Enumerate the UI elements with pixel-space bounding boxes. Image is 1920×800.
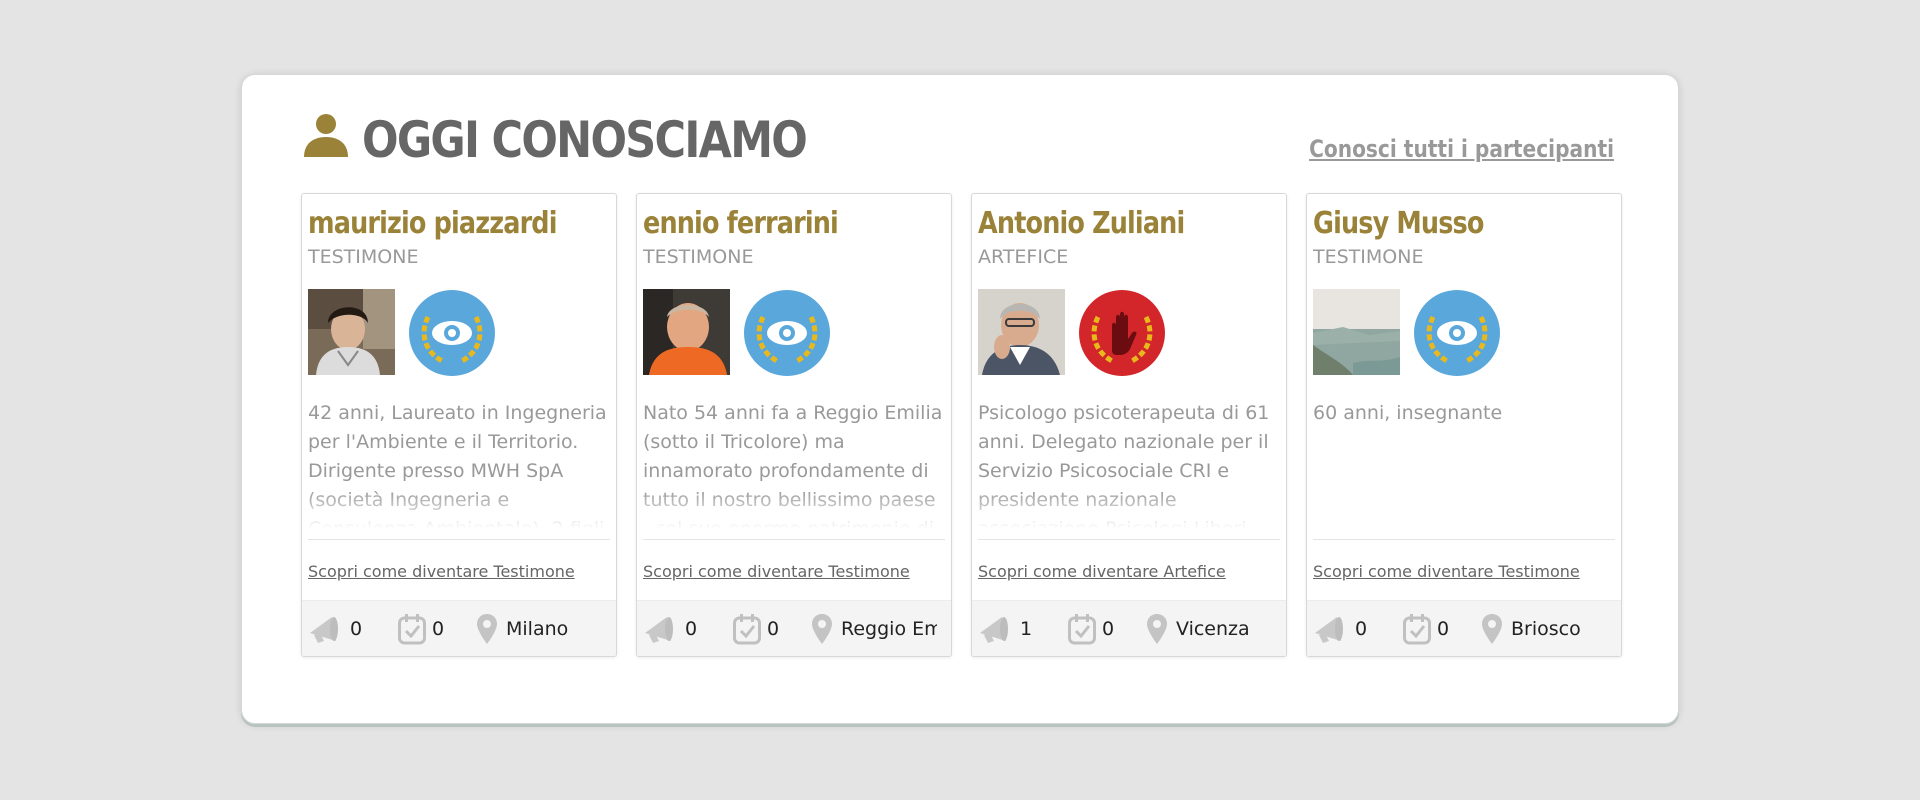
eye-badge-icon <box>409 290 495 376</box>
participant-description: Nato 54 anni fa a Reggio Emilia (sotto i… <box>643 399 947 529</box>
user-icon <box>304 114 348 157</box>
megaphone-count: 0 <box>350 618 363 640</box>
calendar-count: 0 <box>1102 618 1115 640</box>
participant-name[interactable]: Giusy Musso <box>1313 206 1484 241</box>
participant-role: TESTIMONE <box>643 246 754 268</box>
megaphone-stat[interactable]: 0 <box>1313 612 1367 646</box>
participant-cards: maurizio piazzardi TESTIMONE 42 anni, La… <box>301 193 1622 658</box>
calendar-count: 0 <box>767 618 780 640</box>
participant-role: ARTEFICE <box>978 246 1069 268</box>
calendar-icon <box>398 614 426 645</box>
megaphone-count: 1 <box>1020 618 1033 640</box>
card-footer: 0 0 Reggio Em <box>637 600 951 656</box>
participant-description: 42 anni, Laureato in Ingegneria per l'Am… <box>308 399 612 529</box>
all-participants-link[interactable]: Conosci tutti i partecipanti <box>1309 135 1614 163</box>
participant-description: 60 anni, insegnante <box>1313 402 1503 424</box>
participant-name[interactable]: maurizio piazzardi <box>308 206 557 241</box>
participant-photo[interactable] <box>308 289 395 375</box>
discover-role-link[interactable]: Scopri come diventare Testimone <box>643 562 910 581</box>
map-pin-icon <box>1482 614 1502 644</box>
participant-photo[interactable] <box>978 289 1065 375</box>
participant-card: Giusy Musso TESTIMONE 60 anni, insegnant… <box>1306 193 1622 657</box>
discover-role-link[interactable]: Scopri come diventare Testimone <box>1313 562 1580 581</box>
card-footer: 1 0 Vicenza <box>972 600 1286 656</box>
participant-photo[interactable] <box>643 289 730 375</box>
megaphone-count: 0 <box>685 618 698 640</box>
calendar-stat[interactable]: 0 <box>1068 612 1114 646</box>
discover-role-link[interactable]: Scopri come diventare Artefice <box>978 562 1226 581</box>
eye-badge-icon <box>1414 290 1500 376</box>
megaphone-icon <box>1315 617 1343 643</box>
location-name: Reggio Em <box>841 618 937 640</box>
calendar-stat[interactable]: 0 <box>398 612 444 646</box>
map-pin-icon <box>477 614 497 644</box>
calendar-stat[interactable]: 0 <box>733 612 779 646</box>
location-name: Milano <box>506 618 569 640</box>
megaphone-count: 0 <box>1355 618 1368 640</box>
megaphone-stat[interactable]: 0 <box>643 612 697 646</box>
section-title: OGGI CONOSCIAMO <box>362 111 808 169</box>
hand-badge-icon <box>1079 290 1165 376</box>
participant-description: Psicologo psicoterapeuta di 61 anni. Del… <box>978 399 1282 529</box>
divider <box>1313 539 1615 540</box>
megaphone-stat[interactable]: 0 <box>308 612 362 646</box>
participant-name[interactable]: Antonio Zuliani <box>978 206 1185 241</box>
participant-card: ennio ferrarini TESTIMONE Nato 54 anni f… <box>636 193 952 657</box>
megaphone-icon <box>645 617 673 643</box>
location-name: Vicenza <box>1176 618 1250 640</box>
divider <box>643 539 945 540</box>
calendar-icon <box>1068 614 1096 645</box>
location-name: Briosco <box>1511 618 1581 640</box>
card-footer: 0 0 Milano <box>302 600 616 656</box>
calendar-count: 0 <box>1437 618 1450 640</box>
eye-badge-icon <box>744 290 830 376</box>
participant-card: maurizio piazzardi TESTIMONE 42 anni, La… <box>301 193 617 657</box>
location-stat: Reggio Em <box>811 612 937 646</box>
section-header: OGGI CONOSCIAMO Conosci tutti i partecip… <box>302 105 1618 175</box>
megaphone-stat[interactable]: 1 <box>978 612 1032 646</box>
divider <box>978 539 1280 540</box>
map-pin-icon <box>812 614 832 644</box>
divider <box>308 539 610 540</box>
participant-role: TESTIMONE <box>1313 246 1424 268</box>
location-stat: Vicenza <box>1146 612 1250 646</box>
participant-card: Antonio Zuliani ARTEFICE Psicologo psico… <box>971 193 1287 657</box>
location-stat: Briosco <box>1481 612 1581 646</box>
calendar-icon <box>733 614 761 645</box>
participant-name[interactable]: ennio ferrarini <box>643 206 839 241</box>
calendar-icon <box>1403 614 1431 645</box>
card-footer: 0 0 Briosco <box>1307 600 1621 656</box>
calendar-count: 0 <box>432 618 445 640</box>
location-stat: Milano <box>476 612 568 646</box>
calendar-stat[interactable]: 0 <box>1403 612 1449 646</box>
megaphone-icon <box>980 617 1008 643</box>
map-pin-icon <box>1147 614 1167 644</box>
participant-photo[interactable] <box>1313 289 1400 375</box>
megaphone-icon <box>310 617 338 643</box>
discover-role-link[interactable]: Scopri come diventare Testimone <box>308 562 575 581</box>
participants-panel: OGGI CONOSCIAMO Conosci tutti i partecip… <box>241 74 1679 724</box>
participant-role: TESTIMONE <box>308 246 419 268</box>
